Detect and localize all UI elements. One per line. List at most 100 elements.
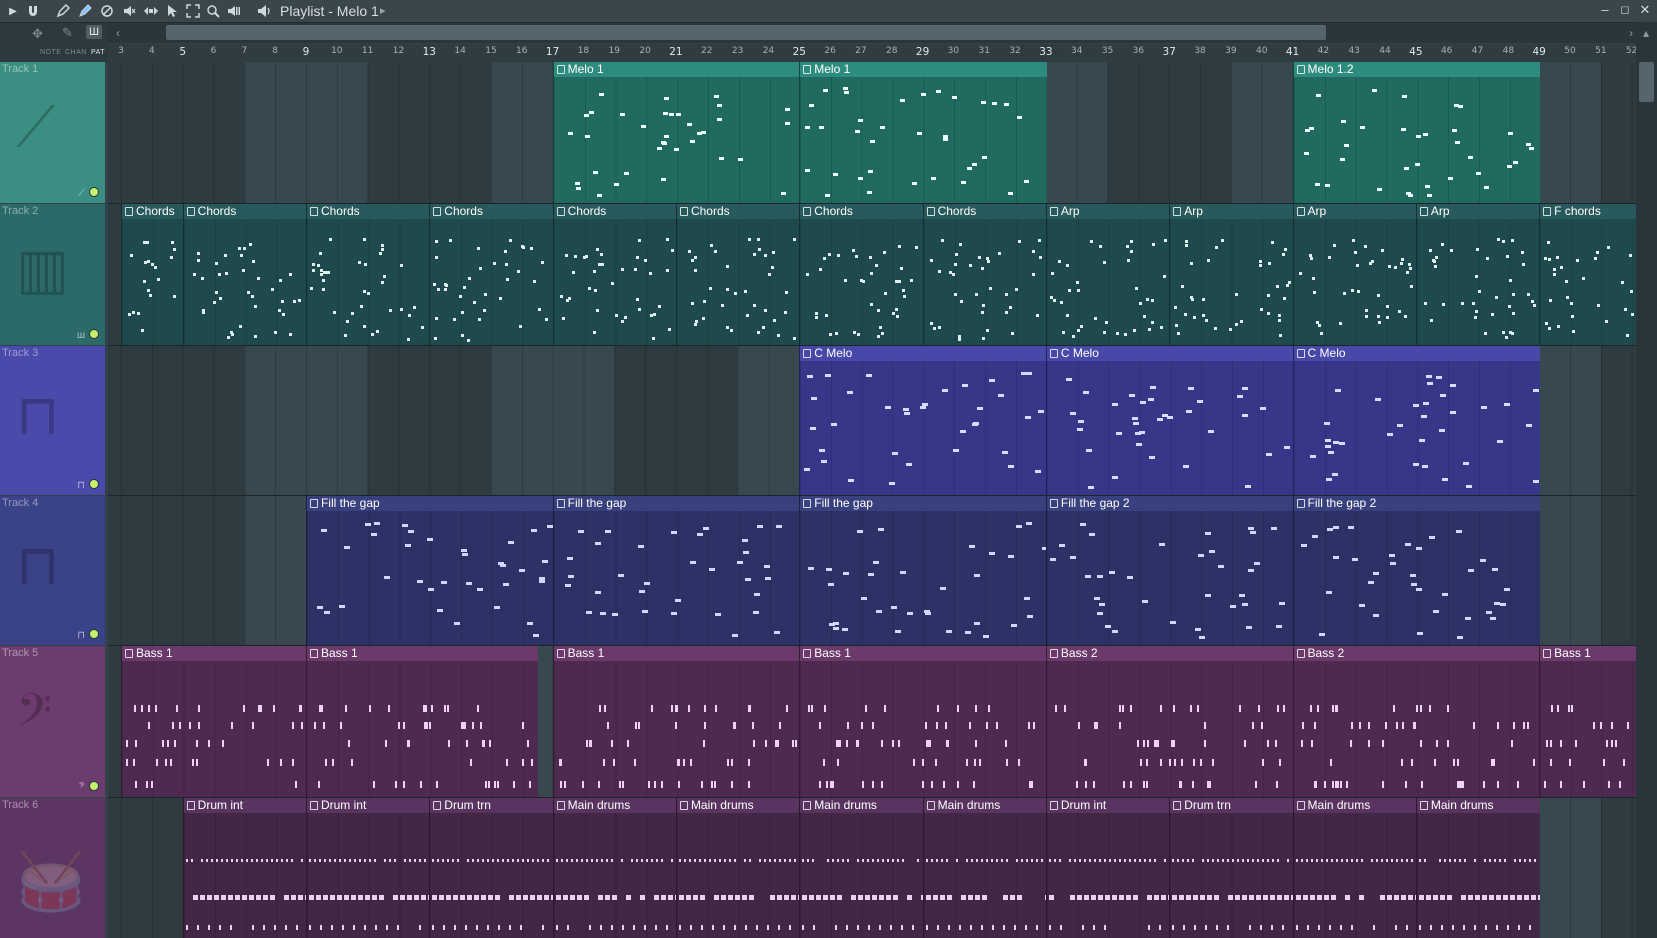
clip-header[interactable]: Fill the gap (553, 496, 801, 511)
pattern-icon[interactable] (1419, 801, 1428, 810)
pattern-icon[interactable] (803, 207, 812, 216)
pattern-clip[interactable]: Drum int (182, 798, 307, 938)
pattern-icon[interactable] (556, 65, 565, 74)
pattern-icon[interactable] (309, 499, 318, 508)
delete-icon[interactable] (98, 2, 116, 20)
pattern-clip[interactable]: Bass 2 (1292, 646, 1541, 797)
track-header[interactable]: Track 3 ⊓ ⊓ (0, 346, 105, 495)
pattern-icon[interactable] (1049, 649, 1058, 658)
select-icon[interactable] (164, 2, 182, 20)
pattern-clip[interactable]: Arp (1292, 204, 1417, 345)
pattern-clip[interactable]: C Melo (1292, 346, 1541, 495)
clip-header[interactable]: Bass 1 (553, 646, 801, 661)
track-enable-led[interactable] (89, 187, 99, 197)
clip-header[interactable]: Drum trn (1170, 798, 1294, 813)
pattern-icon[interactable] (1049, 207, 1058, 216)
clip-header[interactable]: Arp (1416, 204, 1541, 219)
vertical-scrollbar[interactable]: ▴ (1636, 22, 1657, 938)
pattern-clip[interactable]: C Melo (1045, 346, 1294, 495)
pattern-clip[interactable]: Bass 1 (1539, 646, 1637, 797)
note-tab[interactable]: NOTE (40, 49, 61, 56)
clip-header[interactable]: Melo 1.2 (1293, 62, 1541, 77)
clip-header[interactable]: Chords (430, 204, 554, 219)
pattern-icon[interactable] (1296, 801, 1305, 810)
pattern-icon[interactable] (186, 801, 195, 810)
pattern-clip[interactable]: Chords (799, 204, 924, 345)
clip-header[interactable]: Chords (306, 204, 431, 219)
clip-header[interactable]: Fill the gap (306, 496, 554, 511)
pattern-clip[interactable]: Bass 1 (121, 646, 307, 797)
pattern-icon[interactable] (926, 801, 935, 810)
pattern-icon[interactable] (926, 207, 935, 216)
clip-header[interactable]: Main drums (923, 798, 1047, 813)
minimize-button[interactable]: – (1595, 0, 1615, 20)
pattern-clip[interactable]: Bass 1 (799, 646, 1047, 797)
zoom-icon[interactable] (204, 2, 222, 20)
clip-header[interactable]: Drum int (306, 798, 431, 813)
pattern-clip[interactable]: Melo 1 (799, 62, 1047, 203)
play-arrow-icon[interactable]: ▶ (6, 2, 20, 20)
mute-icon[interactable] (120, 2, 138, 20)
track-lane[interactable]: Chords Chords Chords Chords Chords Chords Chor… (108, 204, 1637, 346)
pat-tab[interactable]: PAT (91, 49, 105, 56)
pattern-clip[interactable]: Fill the gap (552, 496, 801, 645)
clip-header[interactable]: C Melo (1293, 346, 1541, 361)
pattern-clip[interactable]: Drum int (305, 798, 431, 938)
pattern-icon[interactable] (309, 649, 318, 658)
horizontal-scroll-thumb[interactable] (166, 25, 1326, 40)
pattern-clip[interactable]: Chords (552, 204, 677, 345)
pattern-clip[interactable]: C Melo (799, 346, 1047, 495)
vertical-scroll-thumb[interactable] (1639, 62, 1654, 102)
slip-icon[interactable] (142, 2, 160, 20)
pattern-icon[interactable] (556, 649, 565, 658)
track-lane[interactable]: C Melo C Melo C Melo (108, 346, 1636, 496)
pattern-clip[interactable]: Drum int (1045, 798, 1171, 938)
pattern-clip[interactable]: Main drums (1292, 798, 1417, 938)
track-enable-led[interactable] (89, 781, 99, 791)
pattern-icon[interactable] (433, 801, 442, 810)
chan-tab[interactable]: CHAN (65, 49, 87, 56)
clip-header[interactable]: Chords (122, 204, 184, 219)
clip-header[interactable]: Melo 1 (553, 62, 801, 77)
pattern-icon[interactable] (1543, 649, 1552, 658)
track-enable-led[interactable] (89, 479, 99, 489)
track-lane[interactable]: Melo 1 Melo 1 Melo 1.2 (108, 62, 1636, 204)
pattern-clip[interactable]: F chords (1539, 204, 1637, 345)
magnet-icon[interactable] (24, 2, 42, 20)
clip-header[interactable]: Drum int (183, 798, 307, 813)
scroll-left-icon[interactable]: ‹ (110, 24, 126, 42)
track-header[interactable]: Track 1 ⟋ ⟋ (0, 62, 105, 203)
maximize-button[interactable]: ◻ (1615, 0, 1635, 20)
pattern-icon[interactable] (1173, 207, 1182, 216)
title-menu-arrow-icon[interactable]: ▸ (380, 2, 386, 20)
zoom-select-icon[interactable] (184, 2, 202, 20)
clip-header[interactable]: Chords (800, 204, 924, 219)
pattern-clip[interactable]: Melo 1.2 (1292, 62, 1541, 203)
pattern-clip[interactable]: Main drums (799, 798, 924, 938)
clip-header[interactable]: Bass 1 (800, 646, 1047, 661)
clip-header[interactable]: Bass 1 (122, 646, 307, 661)
clip-header[interactable]: Melo 1 (800, 62, 1047, 77)
pattern-clip[interactable]: Fill the gap (799, 496, 1047, 645)
pattern-icon[interactable] (309, 801, 318, 810)
pattern-icon[interactable] (803, 349, 812, 358)
clip-header[interactable]: Main drums (800, 798, 924, 813)
pattern-icon[interactable] (803, 65, 812, 74)
pattern-icon[interactable] (556, 499, 565, 508)
clip-header[interactable]: Chords (183, 204, 307, 219)
pattern-icon[interactable] (125, 649, 133, 658)
horizontal-scrollbar[interactable]: ‹ › (108, 23, 1645, 43)
pattern-clip[interactable]: Bass 1 (305, 646, 539, 797)
paint-icon[interactable] (76, 2, 94, 20)
snap-icon[interactable]: ✥ (32, 26, 43, 42)
pattern-icon[interactable] (803, 499, 812, 508)
pattern-clip[interactable]: Main drums (1415, 798, 1541, 938)
clip-header[interactable]: Fill the gap (800, 496, 1047, 511)
pattern-icon[interactable] (1049, 801, 1058, 810)
pencil-small-icon[interactable]: ✎ (62, 25, 73, 41)
clip-header[interactable]: Bass 2 (1293, 646, 1541, 661)
pattern-icon[interactable] (803, 649, 812, 658)
pattern-clip[interactable]: Chords (429, 204, 554, 345)
pattern-clip[interactable]: Melo 1 (552, 62, 801, 203)
pattern-icon[interactable] (679, 801, 688, 810)
